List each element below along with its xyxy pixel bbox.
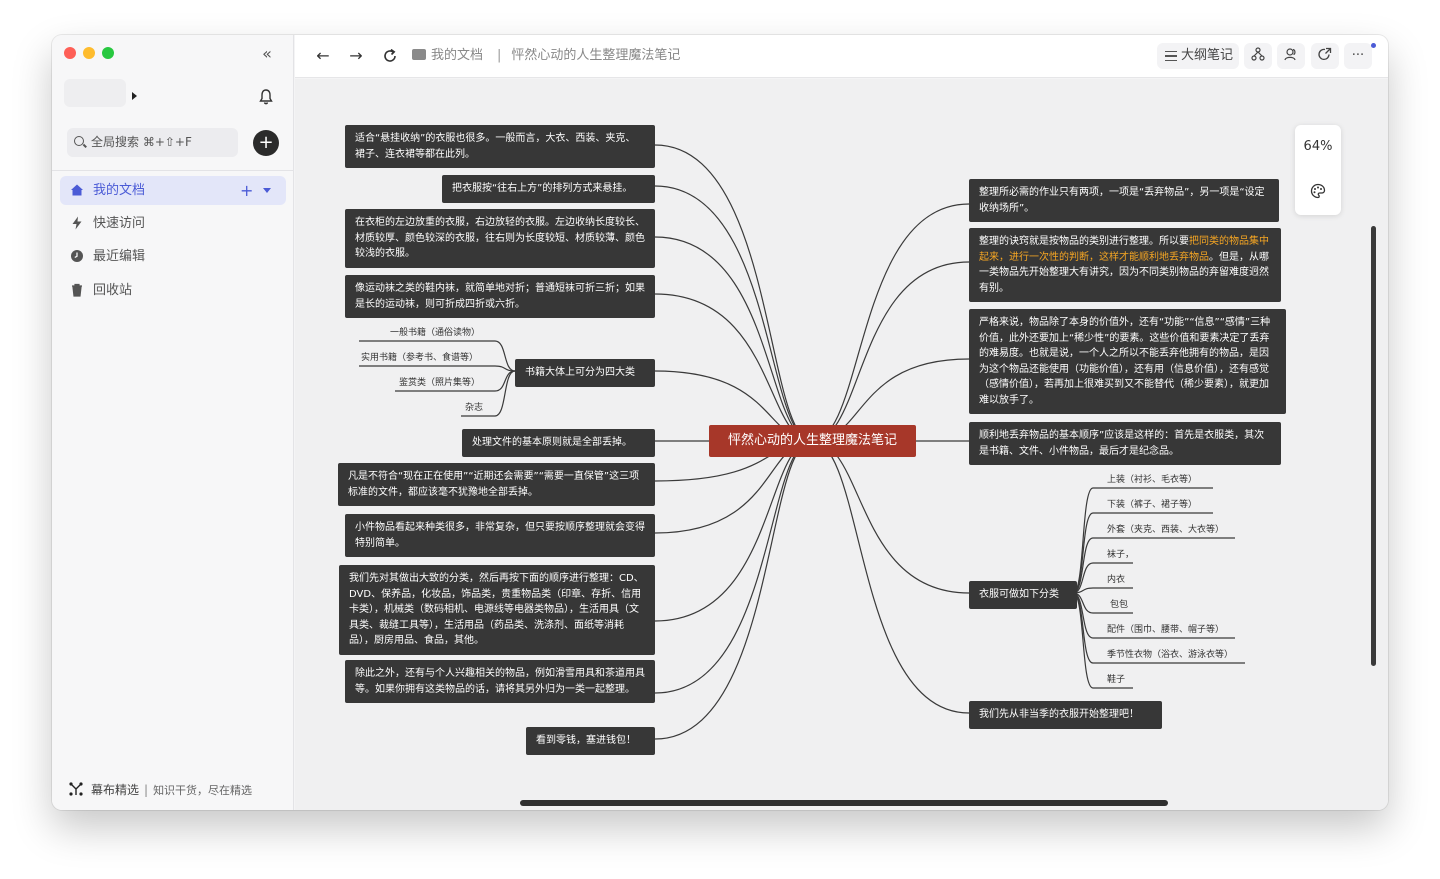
brand-name: 幕布精选	[91, 783, 140, 797]
mubu-logo-icon	[69, 782, 83, 796]
mindmap-leaf[interactable]: 鞋子	[1107, 673, 1125, 687]
horizontal-scrollbar[interactable]	[520, 800, 1168, 806]
add-doc-icon[interactable]: +	[240, 176, 253, 205]
zoom-level-button[interactable]: 64%	[1295, 139, 1341, 154]
mindmap-leaf[interactable]: 下装（裤子、裙子等）	[1107, 498, 1197, 512]
mindmap-node[interactable]: 我们先对其做出大致的分类，然后再按下面的顺序进行整理：CD、DVD、保养品，化妆…	[339, 565, 655, 655]
mindmap-node[interactable]: 我们先从非当季的衣服开始整理吧！	[969, 701, 1162, 729]
users-icon	[1284, 48, 1296, 61]
mindmap-node[interactable]: 书籍大体上可分为四大类	[515, 359, 655, 387]
sidebar-item-label: 快速访问	[93, 216, 146, 231]
sidebar-item-recent[interactable]: 最近编辑	[60, 242, 286, 271]
sidebar-item-quick-access[interactable]: 快速访问	[60, 209, 286, 238]
zoom-panel: 64%	[1295, 125, 1341, 215]
minimize-window-button[interactable]	[83, 47, 95, 59]
list-icon	[1165, 51, 1177, 61]
more-options-button[interactable]: ···	[1344, 43, 1372, 69]
home-icon	[71, 184, 83, 196]
forward-arrow-icon[interactable]: →	[347, 47, 365, 65]
mindmap-node[interactable]: 小件物品看起来种类很多，非常复杂，但只要按顺序整理就会变得特别简单。	[345, 514, 655, 557]
clock-icon	[71, 250, 83, 262]
mindmap-node[interactable]: 整理所必需的作业只有两项，一项是“丢弃物品”，另一项是“设定收纳场所”。	[969, 179, 1279, 222]
app-window: « 全局搜索 ⌘+⇧+F + 我的文档 + 快速访问 最近编辑 回收站 幕布精选…	[52, 35, 1388, 810]
mindmap-node[interactable]: 整理的诀窍就是按物品的类别进行整理。所以要把同类的物品集中起来，进行一次性的判断…	[969, 228, 1281, 302]
mindmap-node[interactable]: 把衣服按“往右上方”的排列方式来悬挂。	[442, 175, 655, 203]
folder-icon	[412, 49, 426, 60]
chevron-down-icon[interactable]	[263, 188, 271, 193]
share-icon	[1318, 47, 1332, 60]
sidebar-item-label: 最近编辑	[93, 249, 146, 264]
mindmap-root-node[interactable]: 怦然心动的人生整理魔法笔记	[709, 425, 916, 457]
close-window-button[interactable]	[64, 47, 76, 59]
breadcrumb-separator: |	[497, 48, 502, 63]
breadcrumb: 我的文档 | 怦然心动的人生整理魔法笔记	[412, 47, 680, 65]
mindmap-leaf[interactable]: 内衣	[1107, 573, 1125, 587]
sidebar-item-label: 我的文档	[93, 183, 146, 198]
mindmap-leaf[interactable]: 袜子，	[1107, 548, 1134, 562]
lightning-icon	[72, 216, 82, 230]
notification-dot	[1371, 43, 1376, 48]
back-arrow-icon[interactable]: ←	[314, 47, 332, 65]
mindmap-node[interactable]: 适合“悬挂收纳”的衣服也很多。一般而言，大衣、西装、夹克、裙子、连衣裙等都在此列…	[345, 125, 655, 168]
trash-icon	[72, 283, 82, 297]
mindmap-canvas[interactable]: 适合“悬挂收纳”的衣服也很多。一般而言，大衣、西装、夹克、裙子、连衣裙等都在此列…	[295, 79, 1388, 810]
outline-note-button[interactable]: 大纲笔记	[1157, 43, 1239, 69]
sidebar-item-trash[interactable]: 回收站	[60, 276, 286, 305]
mindmap-leaf[interactable]: 上装（衬衫、毛衣等）	[1107, 473, 1197, 487]
collapse-sidebar-icon[interactable]: «	[258, 45, 276, 63]
breadcrumb-folder-link[interactable]: 我的文档	[431, 48, 483, 63]
mindmap-node[interactable]: 顺利地丢弃物品的基本顺序”应该是这样的：首先是衣服类，其次是书籍、文件、小件物品…	[969, 422, 1281, 465]
mindmap-leaf[interactable]: 一般书籍（通俗读物）	[390, 326, 480, 340]
mindmap-node[interactable]: 凡是不符合“现在正在使用”“近期还会需要”“需要一直保管”这三项标准的文件，都应…	[338, 463, 655, 506]
mindmap-leaf[interactable]: 包包	[1110, 598, 1128, 612]
sidebar: « 全局搜索 ⌘+⇧+F + 我的文档 + 快速访问 最近编辑 回收站 幕布精选…	[52, 35, 294, 810]
mindmap-node[interactable]: 像运动袜之类的鞋内袜，就简单地对折；普通短袜可折三折；如果是长的运动袜，则可折成…	[345, 275, 655, 318]
brand-slogan: 知识干货，尽在精选	[153, 784, 253, 797]
mindmap-node[interactable]: 衣服可做如下分类	[969, 581, 1077, 609]
brand-separator: |	[144, 783, 149, 797]
mindmap-leaf[interactable]: 配件（围巾、腰带、帽子等）	[1107, 623, 1224, 637]
account-menu-caret-icon[interactable]	[132, 92, 137, 100]
avatar[interactable]	[64, 79, 126, 107]
refresh-icon[interactable]	[381, 47, 399, 65]
mindmap-leaf[interactable]: 实用书籍（参考书、食谱等）	[361, 351, 478, 365]
search-icon	[74, 136, 84, 146]
notification-bell-icon[interactable]	[258, 88, 274, 106]
sidebar-item-label: 回收站	[93, 283, 133, 298]
mindmap-leaf[interactable]: 鉴赏类（照片集等）	[399, 376, 480, 390]
mindmap-node[interactable]: 除此之外，还有与个人兴趣相关的物品，例如滑雪用具和茶道用具等。如果你拥有这类物品…	[345, 660, 655, 703]
mindmap-leaf[interactable]: 季节性衣物（浴衣、游泳衣等）	[1107, 648, 1233, 662]
mindmap-node[interactable]: 在衣柜的左边放重的衣服，右边放轻的衣服。左边收纳长度较长、材质较厚、颜色较深的衣…	[345, 209, 655, 268]
sidebar-item-my-docs[interactable]: 我的文档 +	[60, 176, 286, 205]
zoom-window-button[interactable]	[102, 47, 114, 59]
collaborate-button[interactable]	[1277, 43, 1305, 69]
share-button[interactable]	[1311, 43, 1339, 69]
toolbar: ← → 我的文档 | 怦然心动的人生整理魔法笔记 大纲笔记 ···	[295, 35, 1388, 78]
brand-footer[interactable]: 幕布精选 | 知识干货，尽在精选	[69, 781, 252, 798]
mindmap-view-button[interactable]	[1244, 43, 1272, 69]
theme-palette-icon[interactable]	[1310, 183, 1326, 199]
breadcrumb-doc-title: 怦然心动的人生整理魔法笔记	[511, 48, 681, 63]
mindmap-node[interactable]: 处理文件的基本原则就是全部丢掉。	[462, 429, 655, 457]
global-search-input[interactable]: 全局搜索 ⌘+⇧+F	[67, 128, 238, 157]
mindmap-node[interactable]: 严格来说，物品除了本身的价值外，还有“功能”“信息”“感情”三种价值，此外还要加…	[969, 309, 1286, 414]
outline-note-label: 大纲笔记	[1181, 48, 1234, 63]
sidebar-divider	[52, 170, 294, 171]
search-placeholder: 全局搜索 ⌘+⇧+F	[91, 135, 192, 149]
create-new-button[interactable]: +	[253, 130, 279, 156]
mindmap-node[interactable]: 看到零钱，塞进钱包！	[526, 727, 655, 755]
mindmap-leaf[interactable]: 外套（夹克、西装、大衣等）	[1107, 523, 1224, 537]
vertical-scrollbar[interactable]	[1371, 226, 1376, 666]
mindmap-icon	[1251, 47, 1265, 61]
mindmap-leaf[interactable]: 杂志	[465, 401, 483, 415]
node-text: 整理的诀窍就是按物品的类别进行整理。所以要	[979, 236, 1189, 247]
